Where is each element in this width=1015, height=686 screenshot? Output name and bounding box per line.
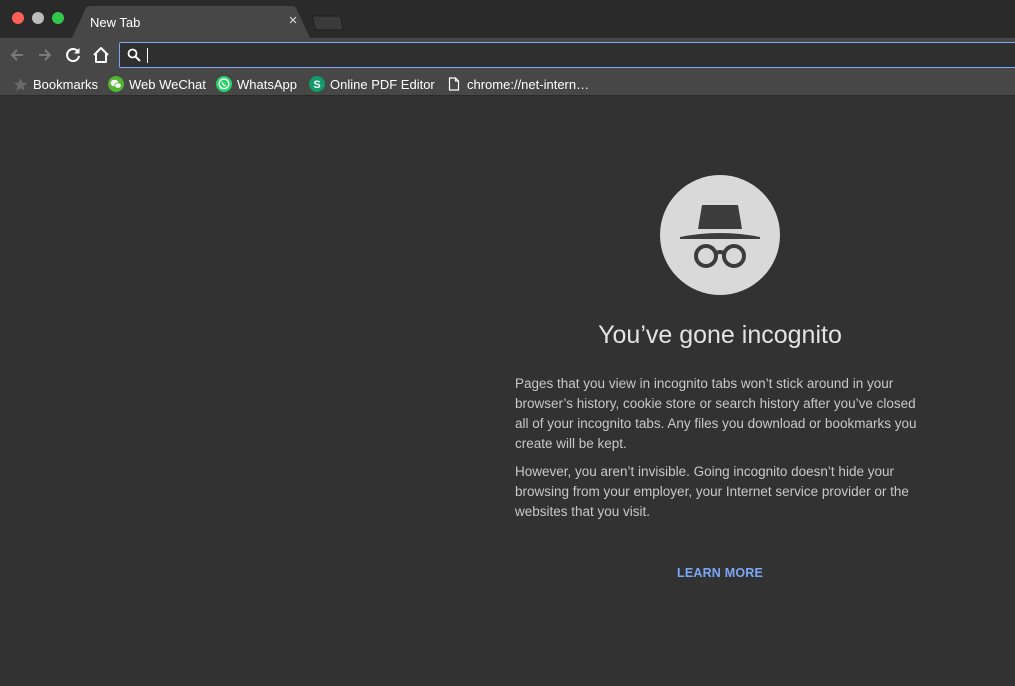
wechat-icon bbox=[108, 76, 124, 92]
reload-button[interactable] bbox=[63, 45, 83, 65]
incognito-page: You’ve gone incognito Pages that you vie… bbox=[0, 96, 1015, 686]
bookmark-label: chrome://net-intern… bbox=[467, 76, 590, 92]
home-icon bbox=[93, 47, 109, 63]
bookmark-label: WhatsApp bbox=[237, 76, 297, 92]
page-title: You’ve gone incognito bbox=[598, 321, 842, 349]
bookmarks-bar: Bookmarks Web WeChat WhatsApp S Online P… bbox=[0, 72, 1015, 96]
arrow-left-icon bbox=[10, 49, 23, 61]
tab-new-tab[interactable]: New Tab × bbox=[72, 6, 310, 38]
bookmark-label: Web WeChat bbox=[129, 76, 206, 92]
tab-title: New Tab bbox=[90, 15, 141, 30]
learn-more-link[interactable]: LEARN MORE bbox=[640, 566, 800, 580]
incognito-warning: However, you aren’t invisible. Going inc… bbox=[515, 464, 909, 519]
arrow-right-icon bbox=[39, 49, 52, 61]
home-button[interactable] bbox=[91, 45, 111, 65]
window-maximize-button[interactable] bbox=[52, 12, 64, 24]
bookmark-whatsapp[interactable]: WhatsApp bbox=[216, 75, 297, 93]
bookmark-online-pdf-editor[interactable]: S Online PDF Editor bbox=[309, 75, 435, 93]
window-close-button[interactable] bbox=[12, 12, 24, 24]
bookmark-net-internals[interactable]: chrome://net-intern… bbox=[446, 75, 589, 93]
search-icon bbox=[127, 48, 141, 62]
bookmark-bookmarks[interactable]: Bookmarks bbox=[12, 75, 98, 93]
bookmark-label: Online PDF Editor bbox=[330, 76, 435, 92]
text-caret bbox=[147, 48, 148, 63]
tab-strip: New Tab × bbox=[0, 0, 1015, 38]
tab-close-icon[interactable]: × bbox=[286, 13, 300, 28]
omnibox[interactable] bbox=[119, 42, 1015, 68]
bookmark-label: Bookmarks bbox=[33, 76, 99, 92]
svg-text:S: S bbox=[313, 79, 320, 91]
pdf-editor-s-icon: S bbox=[309, 76, 325, 92]
page-icon bbox=[446, 76, 462, 92]
window-minimize-button[interactable] bbox=[32, 12, 44, 24]
whatsapp-icon bbox=[216, 76, 232, 92]
reload-icon bbox=[66, 48, 80, 63]
star-icon bbox=[12, 76, 28, 92]
back-button[interactable] bbox=[7, 45, 27, 65]
incognito-description: Pages that you view in incognito tabs wo… bbox=[515, 376, 917, 451]
new-tab-button[interactable] bbox=[310, 14, 344, 32]
bookmark-web-wechat[interactable]: Web WeChat bbox=[108, 75, 206, 93]
omnibox-input[interactable] bbox=[146, 45, 1006, 65]
toolbar bbox=[0, 38, 1015, 72]
incognito-icon bbox=[660, 175, 780, 295]
forward-button[interactable] bbox=[35, 45, 55, 65]
